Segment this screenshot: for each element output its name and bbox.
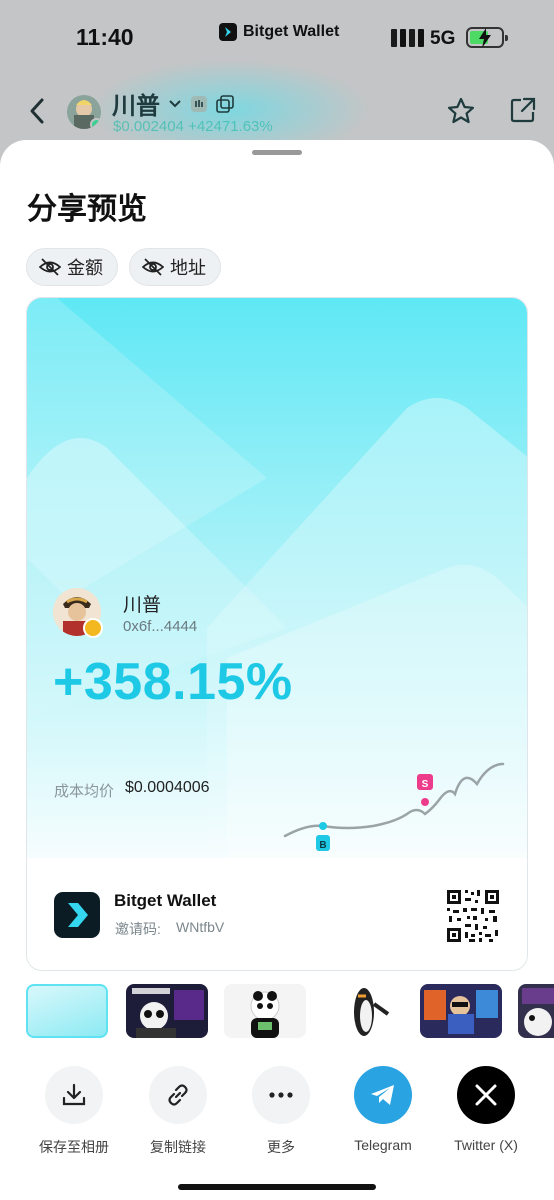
chevron-down-icon — [169, 99, 181, 107]
back-icon — [30, 98, 44, 124]
toggle-hide-address[interactable]: 地址 — [129, 248, 221, 286]
toggle-hide-amount[interactable]: 金额 — [26, 248, 118, 286]
price-mini-chart: B S — [283, 762, 505, 851]
copy-link-button[interactable]: 复制链接 — [128, 1066, 228, 1157]
share-actions: 保存至相册 复制链接 更多 Telegram Twitter (X) — [0, 1066, 554, 1166]
telegram-icon — [354, 1066, 412, 1124]
buy-marker-label: B — [319, 840, 326, 851]
status-time: 11:40 — [76, 24, 134, 50]
telegram-button[interactable]: Telegram — [333, 1066, 433, 1153]
toggle-hide-amount-label: 金额 — [67, 258, 103, 278]
status-bar: 11:40 Bitget Wallet 5G — [0, 0, 554, 76]
favorite-button[interactable] — [446, 96, 476, 131]
sell-marker-label: S — [422, 779, 429, 790]
thumb-panda-cash[interactable] — [224, 984, 306, 1038]
pnl-percent: +358.15% — [53, 653, 293, 711]
thumb-panda-neon[interactable] — [126, 984, 208, 1038]
token-price-line: $0.002404 +42471.63% — [113, 118, 273, 135]
signal-icon — [391, 29, 424, 47]
more-button[interactable]: 更多 — [231, 1066, 331, 1157]
more-label: 更多 — [267, 1139, 295, 1155]
share-button[interactable] — [509, 96, 537, 129]
share-sheet: 分享预览 金额 地址 川普 0x6f...4444 +358.15% 成本均价 … — [0, 140, 554, 1200]
thumb-penguin[interactable] — [322, 984, 404, 1038]
twitter-x-label: Twitter (X) — [454, 1137, 518, 1153]
sheet-grabber[interactable] — [252, 150, 302, 155]
save-to-album-label: 保存至相册 — [39, 1139, 109, 1155]
qr-code — [445, 888, 501, 944]
thumb-cyan[interactable] — [26, 984, 108, 1038]
token-change: +42471.63% — [188, 118, 273, 135]
toggle-hide-address-label: 地址 — [170, 258, 206, 278]
twitter-x-button[interactable]: Twitter (X) — [436, 1066, 536, 1153]
back-button[interactable] — [26, 96, 50, 131]
status-brand: Bitget Wallet — [219, 23, 339, 41]
eye-off-icon — [39, 258, 61, 276]
buy-point — [319, 822, 327, 830]
price-line — [283, 762, 505, 838]
cost-value: $0.0004006 — [125, 779, 210, 796]
thumb-penguin-partial[interactable] — [518, 984, 554, 1038]
bitget-logo-icon — [219, 23, 237, 41]
user-name: 川普 — [123, 595, 162, 616]
hand-icon[interactable] — [190, 95, 208, 113]
token-name: 川普 — [112, 93, 160, 120]
sell-point — [421, 798, 429, 806]
share-preview-card: 川普 0x6f...4444 +358.15% 成本均价 $0.0004006 … — [26, 297, 528, 971]
invite-code-label: 邀请码: — [115, 921, 161, 937]
user-address: 0x6f...4444 — [123, 618, 198, 635]
token-price: $0.002404 — [113, 118, 184, 135]
user-badge-icon — [83, 618, 103, 638]
home-indicator — [178, 1184, 376, 1190]
sheet-title: 分享预览 — [27, 193, 147, 226]
token-avatar — [67, 95, 101, 129]
share-icon — [510, 97, 536, 123]
x-icon — [457, 1066, 515, 1124]
star-icon — [447, 97, 475, 124]
token-header: 川普 $0.002404 +42471.63% — [0, 86, 554, 146]
telegram-label: Telegram — [354, 1137, 412, 1153]
network-type: 5G — [430, 28, 456, 49]
more-icon — [252, 1066, 310, 1124]
link-icon — [149, 1066, 207, 1124]
cost-label: 成本均价 — [54, 783, 115, 800]
card-footer: Bitget Wallet 邀请码: WNtfbV — [27, 858, 527, 970]
footer-app-name: Bitget Wallet — [114, 891, 217, 910]
bitget-wallet-logo — [54, 892, 100, 938]
invite-code: WNtfbV — [176, 919, 225, 935]
token-title[interactable]: 川普 — [112, 86, 234, 121]
copy-link-label: 复制链接 — [150, 1139, 206, 1155]
thumb-gamer-room[interactable] — [420, 984, 502, 1038]
battery-icon — [466, 27, 508, 48]
background-app: 11:40 Bitget Wallet 5G 川普 $0.002404 +424… — [0, 0, 554, 160]
save-to-album-button[interactable]: 保存至相册 — [24, 1066, 124, 1157]
background-picker — [0, 980, 554, 1042]
eye-off-icon — [142, 258, 164, 276]
status-brand-label: Bitget Wallet — [243, 23, 340, 40]
download-icon — [45, 1066, 103, 1124]
copy-icon[interactable] — [216, 94, 234, 113]
